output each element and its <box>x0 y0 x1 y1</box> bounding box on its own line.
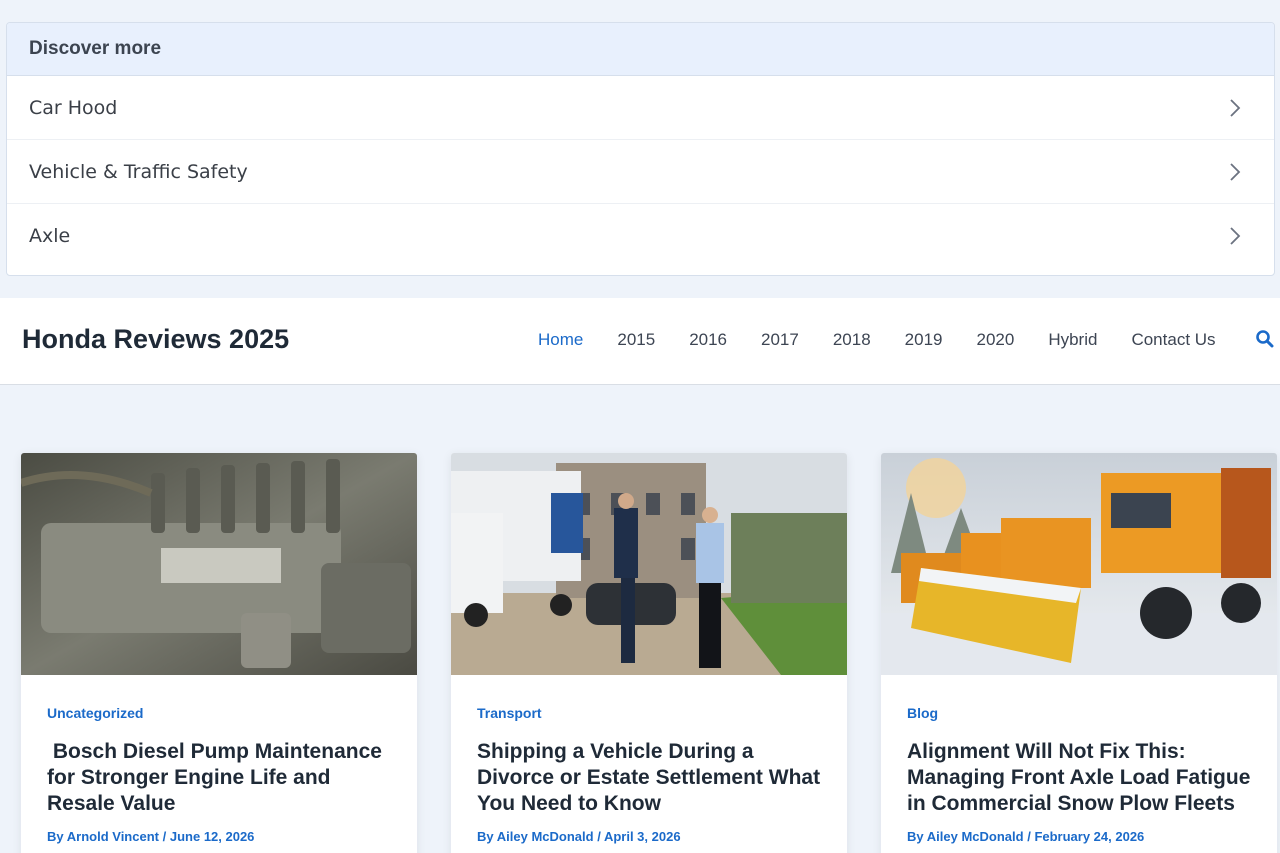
discover-item-label: Vehicle & Traffic Safety <box>29 160 248 183</box>
discover-more-panel: Discover more Car Hood Vehicle & Traffic… <box>6 22 1275 276</box>
post-title-link[interactable]: Shipping a Vehicle During a Divorce or E… <box>477 739 821 817</box>
post-thumbnail-vehicle-handshake[interactable] <box>451 453 847 675</box>
post-meta-separator: / <box>1027 829 1031 844</box>
post-meta-separator: / <box>597 829 601 844</box>
post-by-label: By <box>47 829 64 844</box>
nav-contact-us[interactable]: Contact Us <box>1114 328 1232 352</box>
post-date-link[interactable]: June 12, 2026 <box>170 829 255 844</box>
post-thumbnail-diesel-pump[interactable] <box>21 453 417 675</box>
post-date-link[interactable]: April 3, 2026 <box>604 829 681 844</box>
post-by-label: By <box>477 829 494 844</box>
site-title[interactable]: Honda Reviews 2025 <box>22 324 289 355</box>
nav-2020[interactable]: 2020 <box>960 328 1032 352</box>
nav-home[interactable]: Home <box>521 328 600 352</box>
discover-item-label: Axle <box>29 225 71 247</box>
chevron-right-icon <box>1230 162 1241 181</box>
post-author-link[interactable]: Arnold Vincent <box>67 829 159 844</box>
chevron-right-icon <box>1230 227 1241 245</box>
post-meta-separator: / <box>162 829 167 844</box>
search-icon[interactable] <box>1255 329 1275 349</box>
post-meta: By Ailey McDonald / April 3, 2026 <box>477 829 821 844</box>
nav-2015[interactable]: 2015 <box>600 328 672 352</box>
discover-more-heading: Discover more <box>7 23 1274 76</box>
post-category-link[interactable]: Uncategorized <box>47 705 391 721</box>
post-thumbnail-snow-plow-trucks[interactable] <box>881 453 1277 675</box>
site-header: Honda Reviews 2025 Home 2015 2016 2017 2… <box>0 298 1280 385</box>
post-title-link[interactable]: Bosch Diesel Pump Maintenance for Strong… <box>47 739 391 817</box>
post-card: Transport Shipping a Vehicle During a Di… <box>451 453 847 853</box>
nav-2019[interactable]: 2019 <box>888 328 960 352</box>
post-meta: By Arnold Vincent / June 12, 2026 <box>47 829 391 844</box>
post-card: Blog Alignment Will Not Fix This: Managi… <box>881 453 1277 853</box>
nav-2016[interactable]: 2016 <box>672 328 744 352</box>
discover-item-axle[interactable]: Axle <box>7 204 1274 268</box>
discover-item-vehicle-traffic-safety[interactable]: Vehicle & Traffic Safety <box>7 140 1274 204</box>
post-title-link[interactable]: Alignment Will Not Fix This: Managing Fr… <box>907 739 1251 817</box>
post-by-label: By <box>907 829 924 844</box>
post-category-link[interactable]: Blog <box>907 705 1251 721</box>
post-meta: By Ailey McDonald / February 24, 2026 <box>907 829 1251 844</box>
nav-hybrid[interactable]: Hybrid <box>1031 328 1114 352</box>
discover-item-label: Car Hood <box>29 96 118 119</box>
discover-item-car-hood[interactable]: Car Hood <box>7 76 1274 140</box>
nav-2017[interactable]: 2017 <box>744 328 816 352</box>
post-grid: Uncategorized Bosch Diesel Pump Maintena… <box>21 453 1277 853</box>
nav-2018[interactable]: 2018 <box>816 328 888 352</box>
chevron-right-icon <box>1230 98 1241 117</box>
post-author-link[interactable]: Ailey McDonald <box>927 829 1024 844</box>
post-date-link[interactable]: February 24, 2026 <box>1034 829 1144 844</box>
main-nav: Home 2015 2016 2017 2018 2019 2020 Hybri… <box>521 328 1233 352</box>
post-card: Uncategorized Bosch Diesel Pump Maintena… <box>21 453 417 853</box>
post-author-link[interactable]: Ailey McDonald <box>497 829 594 844</box>
post-category-link[interactable]: Transport <box>477 705 821 721</box>
